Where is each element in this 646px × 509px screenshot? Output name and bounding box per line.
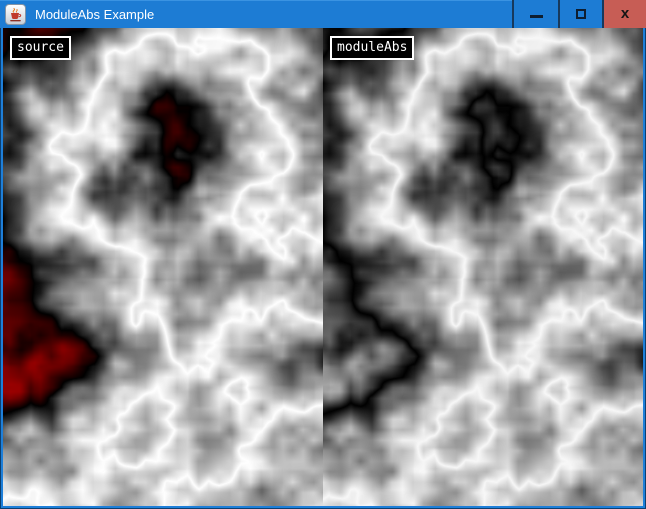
minimize-button[interactable] bbox=[514, 0, 558, 28]
coffee-cup-glyph bbox=[8, 7, 23, 22]
close-icon: x bbox=[621, 6, 629, 21]
maximize-button[interactable] bbox=[558, 0, 602, 28]
app-window: ModuleAbs Example x source moduleAbs bbox=[0, 0, 646, 509]
maximize-icon bbox=[576, 9, 586, 19]
titlebar[interactable]: ModuleAbs Example x bbox=[0, 0, 646, 28]
minimize-icon bbox=[530, 15, 543, 18]
source-label: source bbox=[10, 36, 71, 60]
moduleabs-image bbox=[323, 28, 643, 506]
moduleabs-panel: moduleAbs bbox=[323, 28, 643, 506]
source-image bbox=[3, 28, 323, 506]
window-content: source moduleAbs bbox=[3, 28, 643, 506]
moduleabs-label: moduleAbs bbox=[330, 36, 414, 60]
java-coffee-cup-icon bbox=[5, 4, 26, 25]
close-button[interactable]: x bbox=[602, 0, 646, 28]
window-controls: x bbox=[512, 0, 646, 28]
source-panel: source bbox=[3, 28, 323, 506]
window-title: ModuleAbs Example bbox=[35, 7, 512, 22]
